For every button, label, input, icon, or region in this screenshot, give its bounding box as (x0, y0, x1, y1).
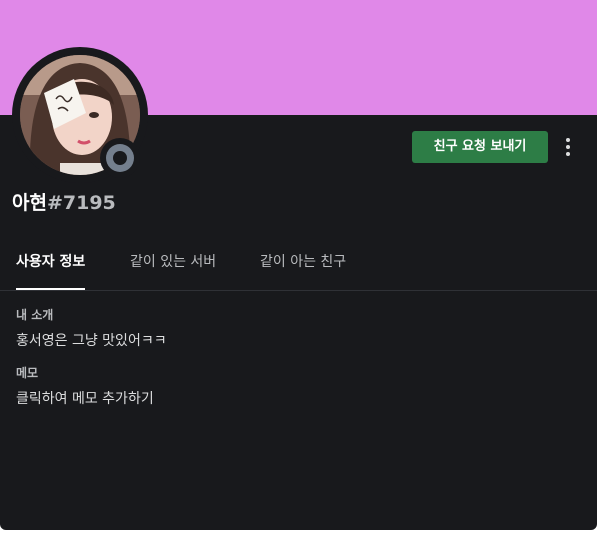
username-tag: 아현#7195 (12, 190, 116, 216)
offline-status-icon (106, 144, 134, 172)
vertical-ellipsis-icon[interactable] (558, 134, 578, 160)
about-me-heading: 내 소개 (16, 308, 54, 322)
discriminator: #7195 (46, 192, 116, 214)
tab-mutual-servers[interactable]: 같이 있는 서버 (130, 240, 216, 290)
send-friend-request-button[interactable]: 친구 요청 보내기 (412, 131, 548, 163)
tab-user-info[interactable]: 사용자 정보 (16, 240, 86, 290)
note-input[interactable]: 클릭하여 메모 추가하기 (16, 388, 154, 408)
status-indicator (100, 138, 140, 178)
note-heading: 메모 (16, 366, 39, 380)
profile-tabs: 사용자 정보 같이 있는 서버 같이 아는 친구 (0, 240, 597, 291)
about-me-text: 홍서영은 그냥 맛있어ㅋㅋ (16, 333, 167, 349)
tab-mutual-friends[interactable]: 같이 아는 친구 (260, 240, 346, 290)
username: 아현 (12, 192, 47, 214)
user-profile-card: 친구 요청 보내기 아현#7195 사용자 정보 같이 있는 서버 같이 아는 … (0, 0, 597, 530)
